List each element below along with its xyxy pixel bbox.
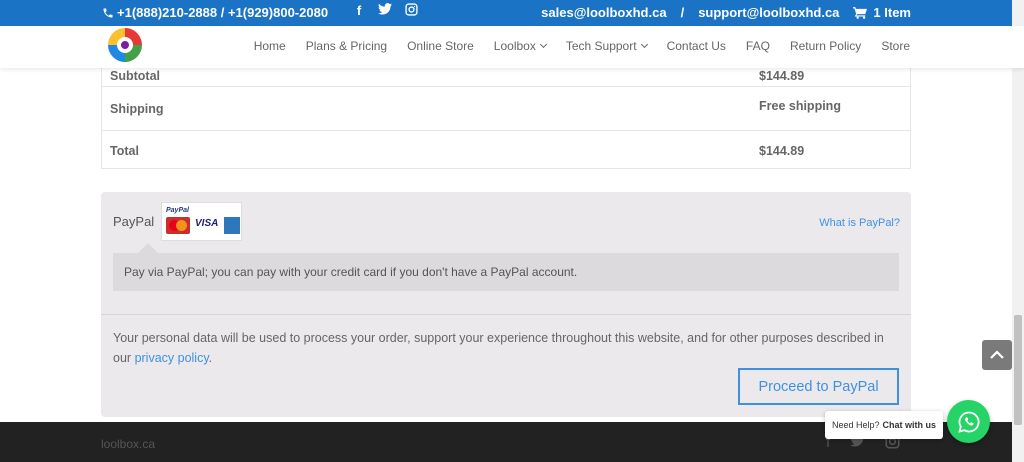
privacy-text: Your personal data will be used to proce… — [113, 331, 884, 365]
paypal-method-label[interactable]: PayPal — [113, 214, 154, 229]
cart-icon — [853, 6, 868, 19]
back-to-top-button[interactable] — [982, 340, 1012, 370]
what-is-paypal-link[interactable]: What is PayPal? — [819, 217, 900, 229]
nav-faq-label: FAQ — [745, 39, 770, 53]
proceed-to-paypal-button[interactable]: Proceed to PayPal — [738, 368, 899, 405]
cart-link[interactable]: 1 Item — [853, 5, 911, 20]
phone-text: +1(888)210-2888 / +1(929)800-2080 — [117, 5, 329, 20]
nav-contact-label: Contact Us — [666, 39, 726, 53]
nav-contact-us[interactable]: Contact Us — [667, 39, 726, 53]
footer-brand[interactable]: loolbox.ca — [101, 437, 155, 451]
paypal-description-box: Pay via PayPal; you can pay with your cr… — [113, 253, 899, 291]
shipping-label: Shipping — [110, 102, 164, 116]
page-scrollbar[interactable] — [1012, 0, 1024, 462]
paypal-logo-text: PayPal — [166, 207, 189, 214]
twitter-icon[interactable] — [378, 3, 392, 19]
nav-store-label: Store — [881, 39, 910, 53]
chat-help-cta: Chat with us — [882, 420, 937, 430]
total-row: Total $144.89 — [102, 130, 910, 169]
subtotal-label: Subtotal — [110, 69, 160, 83]
phone-icon — [103, 8, 113, 17]
shipping-row: Shipping Free shipping — [102, 86, 910, 130]
topbar-social: f — [352, 3, 418, 19]
shipping-value: Free shipping — [759, 99, 841, 113]
nav-home[interactable]: Home — [254, 39, 286, 53]
privacy-notice: Your personal data will be used to proce… — [113, 328, 903, 368]
chevron-up-icon — [990, 350, 1004, 359]
payment-section: PayPal PayPal VISA What is PayPal? Pay v… — [101, 192, 911, 417]
subtotal-value: $144.89 — [759, 69, 805, 83]
nav-tech-support[interactable]: Tech Support — [565, 39, 648, 53]
payment-divider — [101, 314, 911, 315]
total-value: $144.89 — [759, 144, 805, 158]
chevron-down-icon — [640, 40, 648, 49]
paypal-description: Pay via PayPal; you can pay with your cr… — [124, 265, 578, 279]
paypal-acceptance-logos: PayPal VISA — [161, 202, 242, 241]
privacy-end: . — [208, 351, 213, 365]
chat-help-bubble[interactable]: Need Help? Chat with us — [825, 411, 943, 439]
nav-home-label: Home — [253, 39, 286, 53]
nav-return-policy[interactable]: Return Policy — [790, 39, 861, 53]
visa-icon: VISA — [195, 218, 219, 229]
phone-contact[interactable]: +1(888)210-2888 / +1(929)800-2080 — [102, 5, 328, 20]
nav-online-store-label: Online Store — [407, 39, 474, 53]
nav-loolbox-label: Loolbox — [493, 39, 536, 53]
nav-loolbox[interactable]: Loolbox — [493, 39, 547, 53]
nav-tech-support-label: Tech Support — [565, 39, 637, 53]
nav-menu: Home Plans & Pricing Online Store Loolbo… — [254, 39, 910, 53]
whatsapp-chat-button[interactable] — [947, 400, 990, 443]
scrollbar-thumb[interactable] — [1014, 315, 1022, 425]
main-navbar: Home Plans & Pricing Online Store Loolbo… — [0, 26, 1024, 68]
nav-plans-pricing[interactable]: Plans & Pricing — [306, 39, 387, 53]
sales-email-link[interactable]: sales@loolboxhd.ca — [541, 5, 666, 20]
privacy-policy-link[interactable]: privacy policy — [135, 351, 209, 365]
top-bar: +1(888)210-2888 / +1(929)800-2080 f sale… — [0, 0, 1024, 26]
facebook-icon[interactable]: f — [352, 3, 366, 19]
cart-count: 1 Item — [873, 5, 911, 20]
topbar-contacts: sales@loolboxhd.ca / support@loolboxhd.c… — [541, 5, 911, 20]
nav-online-store[interactable]: Online Store — [407, 39, 474, 53]
total-label: Total — [110, 144, 139, 158]
mastercard-icon — [166, 217, 190, 234]
support-email-link[interactable]: support@loolboxhd.ca — [698, 5, 839, 20]
nav-store[interactable]: Store — [881, 39, 910, 53]
nav-plans-label: Plans & Pricing — [305, 39, 388, 53]
instagram-icon[interactable] — [404, 3, 418, 19]
loolbox-logo[interactable] — [106, 26, 144, 64]
chevron-down-icon — [539, 40, 547, 49]
nav-return-label: Return Policy — [789, 39, 862, 53]
nav-faq[interactable]: FAQ — [746, 39, 770, 53]
email-separator: / — [680, 5, 685, 20]
description-pointer — [138, 243, 158, 253]
chat-help-prefix: Need Help? — [831, 420, 880, 430]
whatsapp-icon — [957, 411, 979, 433]
amex-icon — [224, 217, 240, 234]
